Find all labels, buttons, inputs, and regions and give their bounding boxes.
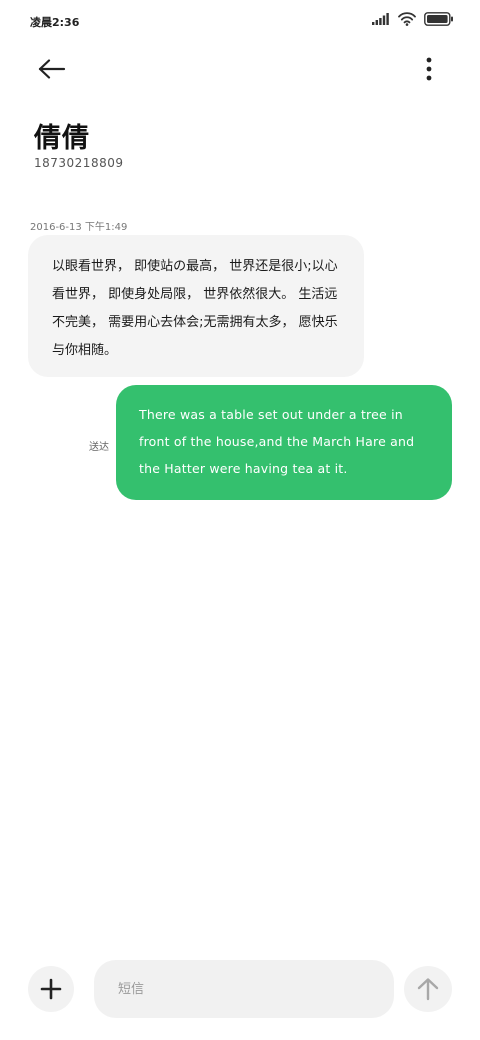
delivery-status: 送达 <box>89 442 109 453</box>
battery-icon <box>424 12 453 26</box>
incoming-message-bubble[interactable]: 以眼看世界， 即使站の最高， 世界还是很小;以心看世界， 即使身处局限， 世界依… <box>28 235 364 377</box>
message-timestamp: 2016-6-13 下午1:49 <box>30 222 128 233</box>
status-time: 凌晨2:36 <box>30 16 80 29</box>
status-bar: 凌晨2:36 <box>0 0 480 42</box>
sms-conversation-screen: 凌晨2:36 倩倩 18730218809 2016-6-13 下午1:49 以… <box>0 0 480 1040</box>
send-button[interactable] <box>404 966 452 1012</box>
wifi-icon <box>398 12 416 26</box>
outgoing-message-text: There was a table set out under a tree i… <box>139 407 415 476</box>
more-vertical-icon <box>426 57 432 81</box>
status-icons <box>372 12 454 26</box>
contact-name: 倩倩 <box>34 123 90 154</box>
more-options-button[interactable] <box>414 52 444 86</box>
signal-icon <box>372 13 389 25</box>
outgoing-message-bubble[interactable]: There was a table set out under a tree i… <box>116 385 452 500</box>
arrow-up-icon <box>417 978 439 1001</box>
plus-icon <box>40 978 62 1000</box>
back-button[interactable] <box>32 52 72 86</box>
add-attachment-button[interactable] <box>28 966 74 1012</box>
message-input[interactable] <box>94 960 394 1018</box>
contact-number: 18730218809 <box>34 156 124 170</box>
incoming-message-text: 以眼看世界， 即使站の最高， 世界还是很小;以心看世界， 即使身处局限， 世界依… <box>52 259 338 358</box>
arrow-left-icon <box>38 59 66 79</box>
